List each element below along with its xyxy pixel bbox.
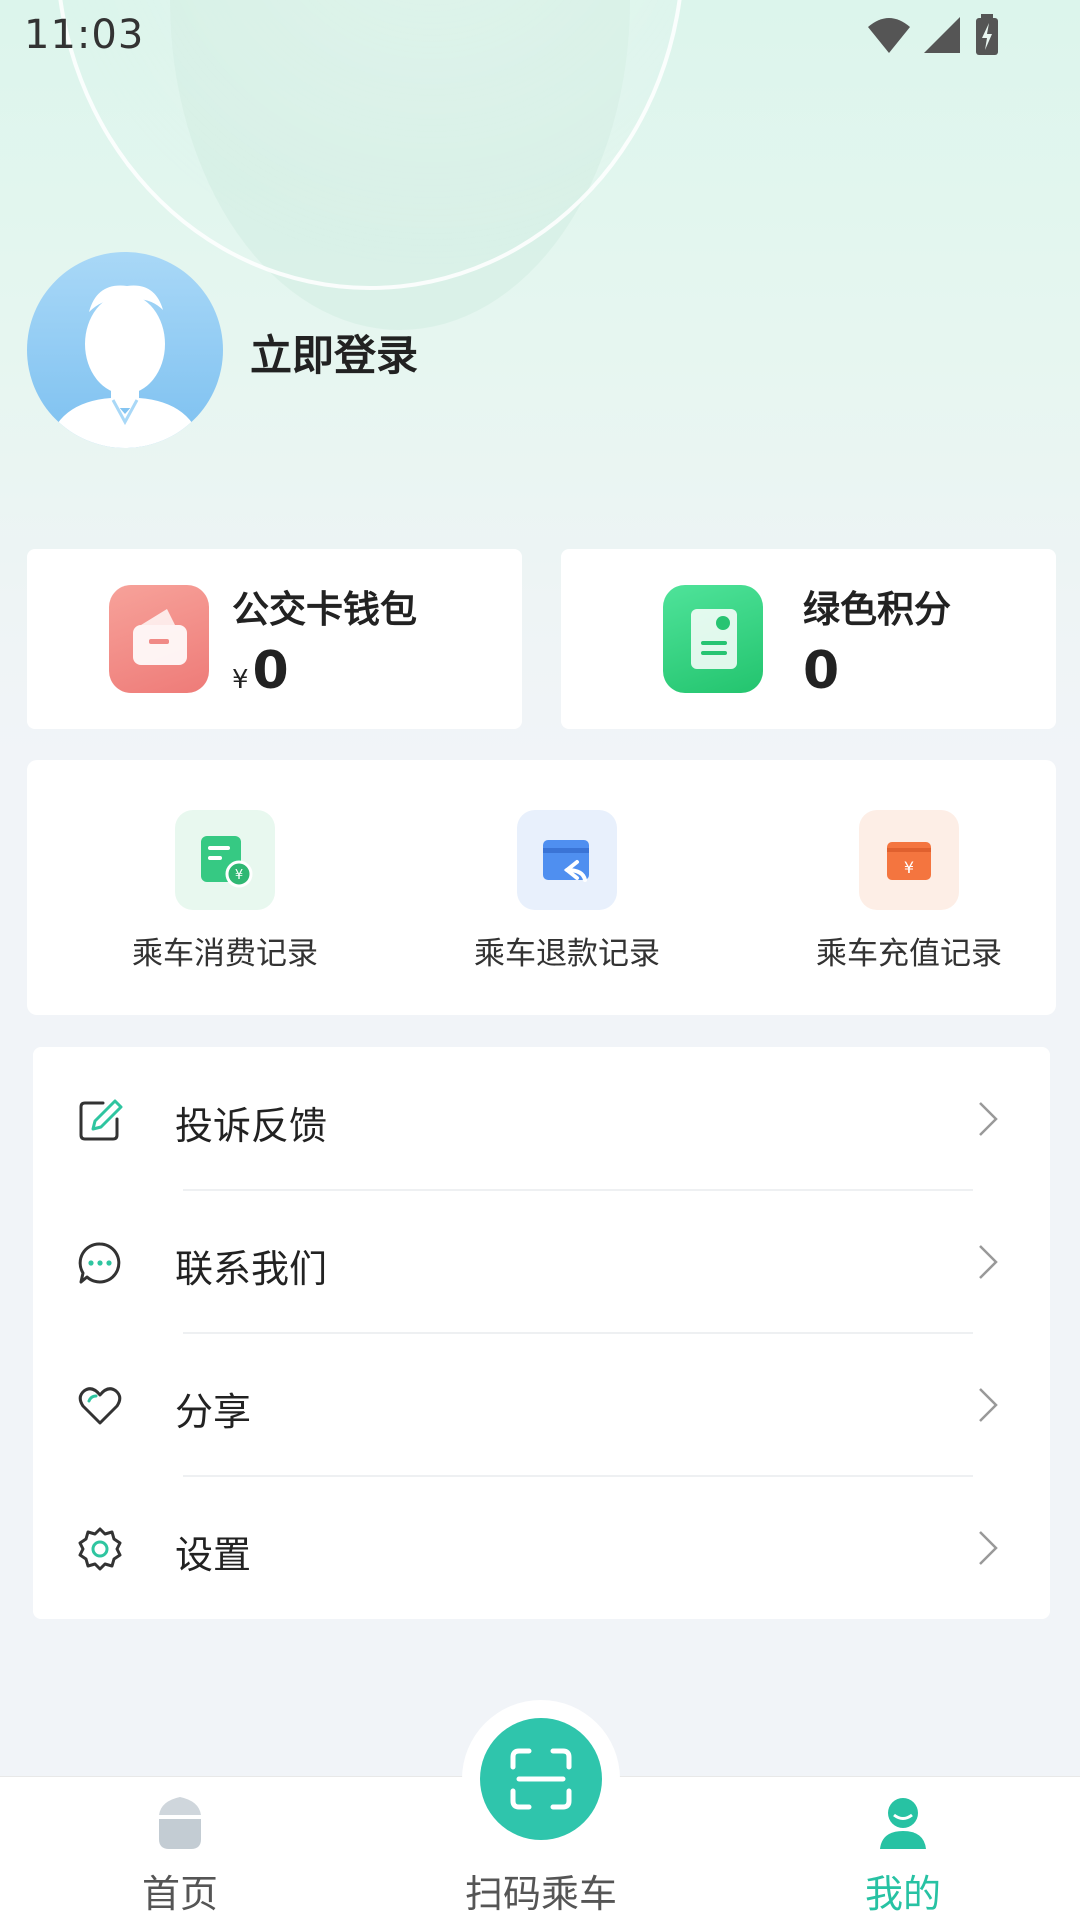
heart-icon <box>78 1387 122 1425</box>
points-title: 绿色积分 <box>803 588 951 631</box>
refund-record[interactable]: 乘车退款记录 <box>417 810 717 973</box>
wallet-title: 公交卡钱包 <box>232 588 417 631</box>
status-icons <box>866 14 1000 56</box>
avatar[interactable] <box>27 252 223 448</box>
svg-text:¥: ¥ <box>235 868 243 883</box>
currency-symbol: ¥ <box>232 665 249 695</box>
refund-record-icon <box>517 810 617 910</box>
menu-item-share[interactable]: 分享 <box>33 1333 1050 1476</box>
menu-item-feedback[interactable]: 投诉反馈 <box>33 1047 1050 1190</box>
login-link[interactable]: 立即登录 <box>250 322 418 383</box>
menu-label: 分享 <box>175 1390 252 1434</box>
menu-item-contact[interactable]: 联系我们 <box>33 1190 1050 1333</box>
status-bar: 11:03 <box>0 0 1080 72</box>
wallet-balance: ¥0 <box>232 641 289 701</box>
consumption-record[interactable]: ¥ 乘车消费记录 <box>75 810 375 973</box>
ride-records-panel: ¥ 乘车消费记录 乘车退款记录 ¥ 乘车充值记录 <box>27 760 1056 1015</box>
record-label: 乘车充值记录 <box>816 936 1002 972</box>
green-points-card[interactable]: 绿色积分 0 <box>561 549 1056 729</box>
wallet-icon <box>109 585 209 693</box>
menu-label: 设置 <box>175 1533 252 1577</box>
scan-ride-button[interactable] <box>480 1718 602 1840</box>
svg-text:¥: ¥ <box>904 858 914 877</box>
menu-label: 投诉反馈 <box>175 1104 328 1148</box>
tab-mine[interactable]: 我的 <box>793 1777 1013 1920</box>
settings-menu: 投诉反馈 联系我们 分享 设置 <box>33 1047 1050 1619</box>
bus-card-wallet[interactable]: 公交卡钱包 ¥0 <box>27 549 522 729</box>
home-icon <box>159 1797 201 1849</box>
tab-mine-label: 我的 <box>864 1872 941 1916</box>
gear-icon <box>78 1527 122 1571</box>
tab-home[interactable]: 首页 <box>70 1777 290 1920</box>
user-icon <box>880 1798 926 1849</box>
wifi-icon <box>868 18 910 53</box>
recharge-record-icon: ¥ <box>859 810 959 910</box>
chevron-right-icon <box>979 1531 998 1565</box>
menu-item-settings[interactable]: 设置 <box>33 1476 1050 1619</box>
chevron-right-icon <box>979 1245 998 1279</box>
wallet-value: 0 <box>252 641 289 701</box>
edit-icon <box>79 1099 123 1141</box>
signal-icon <box>924 17 960 53</box>
record-label: 乘车消费记录 <box>132 936 318 972</box>
user-silhouette-icon <box>47 285 203 448</box>
scan-icon <box>510 1748 572 1810</box>
consumption-record-icon: ¥ <box>175 810 275 910</box>
points-value: 0 <box>803 641 840 701</box>
record-label: 乘车退款记录 <box>474 936 660 972</box>
menu-label: 联系我们 <box>175 1247 328 1291</box>
chat-icon <box>78 1242 121 1284</box>
tab-scan-label: 扫码乘车 <box>464 1872 617 1916</box>
points-icon <box>663 585 763 693</box>
recharge-record[interactable]: ¥ 乘车充值记录 <box>759 810 1059 973</box>
chevron-right-icon <box>979 1388 998 1422</box>
battery-icon <box>976 14 998 55</box>
chevron-right-icon <box>979 1102 998 1136</box>
tab-home-label: 首页 <box>141 1872 218 1916</box>
status-time: 11:03 <box>24 12 145 58</box>
